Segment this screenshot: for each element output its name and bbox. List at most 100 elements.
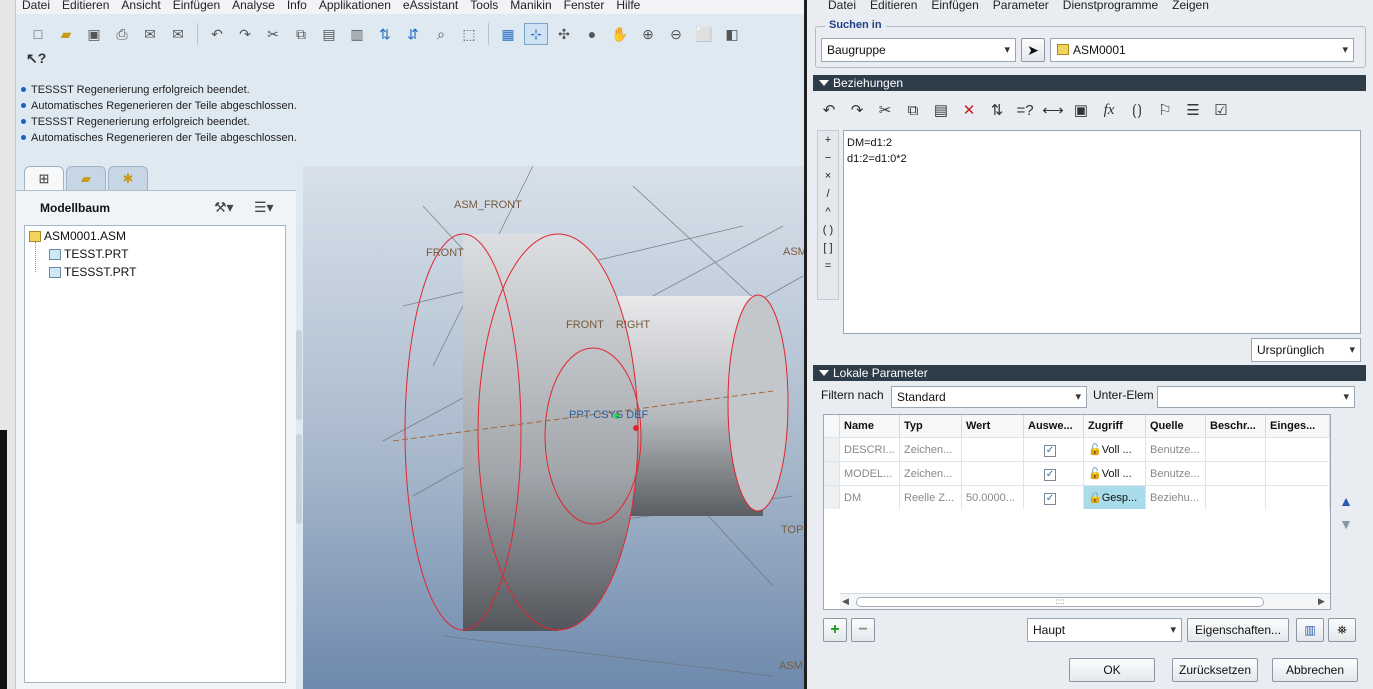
- filter-select[interactable]: Standard: [891, 386, 1087, 408]
- row-selector[interactable]: [824, 461, 840, 485]
- relations-section-header[interactable]: Beziehungen: [813, 75, 1366, 91]
- menu-tools[interactable]: Tools: [464, 0, 504, 14]
- table-columns-icon[interactable]: ▥: [1296, 618, 1324, 642]
- find-icon[interactable]: ⌕: [429, 23, 453, 45]
- add-parameter-button[interactable]: +: [823, 618, 847, 642]
- regenerate-manager-icon[interactable]: ⇵: [401, 23, 425, 45]
- tree-columns-icon[interactable]: ☰▾: [254, 199, 274, 216]
- column-header-type[interactable]: Typ: [900, 415, 962, 437]
- binoculars-icon[interactable]: ⛯: [1328, 618, 1356, 642]
- tree-node-part[interactable]: TESSST.PRT: [49, 265, 136, 279]
- menu-fenster[interactable]: Fenster: [558, 0, 611, 14]
- horizontal-scrollbar[interactable]: ◀ :::: ▶: [840, 593, 1330, 609]
- param-type-cell[interactable]: Zeichen...: [900, 437, 962, 461]
- menu-analyse[interactable]: Analyse: [226, 0, 281, 14]
- remove-parameter-button[interactable]: −: [851, 618, 875, 642]
- operator-divide-button[interactable]: /: [818, 185, 838, 203]
- relations-editor[interactable]: DM=d1:2 d1:2=d1:0*2: [843, 130, 1361, 334]
- param-name-cell[interactable]: DM: [840, 485, 900, 509]
- send-attachment-icon[interactable]: ✉: [166, 23, 190, 45]
- redo-icon[interactable]: ↷: [233, 23, 257, 45]
- param-type-cell[interactable]: Zeichen...: [900, 461, 962, 485]
- search-scope-select[interactable]: Baugruppe: [821, 38, 1016, 62]
- designate-checkbox[interactable]: ✓: [1044, 493, 1056, 505]
- paste-icon[interactable]: ▤: [929, 98, 953, 122]
- local-params-section-header[interactable]: Lokale Parameter: [813, 365, 1366, 381]
- column-header-restricted[interactable]: Einges...: [1266, 415, 1330, 437]
- display-style-icon[interactable]: ▦: [496, 23, 520, 45]
- print-icon[interactable]: ⎙: [110, 23, 134, 45]
- designate-checkbox[interactable]: ✓: [1044, 469, 1056, 481]
- param-designate-cell[interactable]: ✓: [1024, 437, 1084, 461]
- graphics-viewport[interactable]: ASM_FRONT FRONT FRONT RIGHT PPT CSYS DEF…: [303, 166, 809, 689]
- new-file-icon[interactable]: □: [26, 23, 50, 45]
- designate-checkbox[interactable]: ✓: [1044, 445, 1056, 457]
- move-down-icon[interactable]: ▼: [1339, 517, 1353, 531]
- dialog-menu-editieren[interactable]: Editieren: [863, 0, 924, 14]
- properties-button[interactable]: Eigenschaften...: [1187, 618, 1289, 642]
- paste-icon[interactable]: ▤: [317, 23, 341, 45]
- column-header-source[interactable]: Quelle: [1146, 415, 1206, 437]
- scroll-left-icon[interactable]: ◀: [842, 596, 849, 607]
- zoom-in-icon[interactable]: ⊕: [636, 23, 660, 45]
- dialog-menu-dienstprogramme[interactable]: Dienstprogramme: [1056, 0, 1165, 14]
- dialog-menu-parameter[interactable]: Parameter: [986, 0, 1056, 14]
- param-restricted-cell[interactable]: [1266, 461, 1330, 485]
- select-box-icon[interactable]: ⬚: [457, 23, 481, 45]
- ok-button[interactable]: OK: [1069, 658, 1155, 682]
- dialog-menu-zeigen[interactable]: Zeigen: [1165, 0, 1216, 14]
- operator-power-button[interactable]: ^: [818, 203, 838, 221]
- operator-plus-button[interactable]: +: [818, 131, 838, 149]
- subelement-select[interactable]: [1157, 386, 1355, 408]
- sort-relations-icon[interactable]: ▣: [1069, 98, 1093, 122]
- reset-button[interactable]: Zurücksetzen: [1172, 658, 1258, 682]
- param-type-cell[interactable]: Reelle Z...: [900, 485, 962, 509]
- param-description-cell[interactable]: [1206, 485, 1266, 509]
- tree-node-part[interactable]: TESST.PRT: [49, 247, 128, 261]
- select-pointer-button[interactable]: ➤: [1021, 38, 1045, 62]
- row-selector[interactable]: [824, 485, 840, 509]
- column-header-access[interactable]: Zugriff: [1084, 415, 1146, 437]
- operator-equals-button[interactable]: =: [818, 257, 838, 275]
- show-dimension-icon[interactable]: ⇅: [985, 98, 1009, 122]
- menu-hilfe[interactable]: Hilfe: [610, 0, 646, 14]
- parameter-set-select[interactable]: Haupt: [1027, 618, 1182, 642]
- param-description-cell[interactable]: [1206, 461, 1266, 485]
- pan-hand-icon[interactable]: ✋: [608, 23, 632, 45]
- reorient-icon[interactable]: ◧: [720, 23, 744, 45]
- operator-brackets-button[interactable]: [ ]: [818, 239, 838, 257]
- copy-icon[interactable]: ⧉: [289, 23, 313, 45]
- menu-editieren[interactable]: Editieren: [56, 0, 115, 14]
- menu-info[interactable]: Info: [281, 0, 313, 14]
- evaluate-icon[interactable]: =?: [1013, 98, 1037, 122]
- param-source-cell[interactable]: Benutze...: [1146, 437, 1206, 461]
- column-header-value[interactable]: Wert: [962, 415, 1024, 437]
- relations-mode-select[interactable]: Ursprünglich: [1251, 338, 1361, 362]
- menu-manikin[interactable]: Manikin: [504, 0, 557, 14]
- operator-minus-button[interactable]: −: [818, 149, 838, 167]
- param-value-cell[interactable]: 50.0000...: [962, 485, 1024, 509]
- paste-special-icon[interactable]: ▥: [345, 23, 369, 45]
- cut-icon[interactable]: ✂: [261, 23, 285, 45]
- column-header-name[interactable]: Name: [840, 415, 900, 437]
- param-designate-cell[interactable]: ✓: [1024, 485, 1084, 509]
- regenerate-icon[interactable]: ⇅: [373, 23, 397, 45]
- row-selector[interactable]: [824, 437, 840, 461]
- tab-folder-browser-icon[interactable]: ▰: [66, 166, 106, 190]
- send-mail-icon[interactable]: ✉: [138, 23, 162, 45]
- tab-favorites-icon[interactable]: ✱: [108, 166, 148, 190]
- zoom-out-icon[interactable]: ⊖: [664, 23, 688, 45]
- insert-brackets-icon[interactable]: ⟮⟯: [1125, 98, 1149, 122]
- tree-settings-icon[interactable]: ⚒▾: [214, 199, 234, 216]
- delete-icon[interactable]: ✕: [957, 98, 981, 122]
- context-help-icon[interactable]: ↖?: [26, 50, 66, 74]
- param-value-cell[interactable]: [962, 461, 1024, 485]
- param-restricted-cell[interactable]: [1266, 437, 1330, 461]
- copy-icon[interactable]: ⧉: [901, 98, 925, 122]
- cut-icon[interactable]: ✂: [873, 98, 897, 122]
- param-access-cell[interactable]: 🔓Voll ...: [1084, 461, 1146, 485]
- param-designate-cell[interactable]: ✓: [1024, 461, 1084, 485]
- undo-icon[interactable]: ↶: [205, 23, 229, 45]
- redo-icon[interactable]: ↷: [845, 98, 869, 122]
- search-model-select[interactable]: ASM0001: [1050, 38, 1354, 62]
